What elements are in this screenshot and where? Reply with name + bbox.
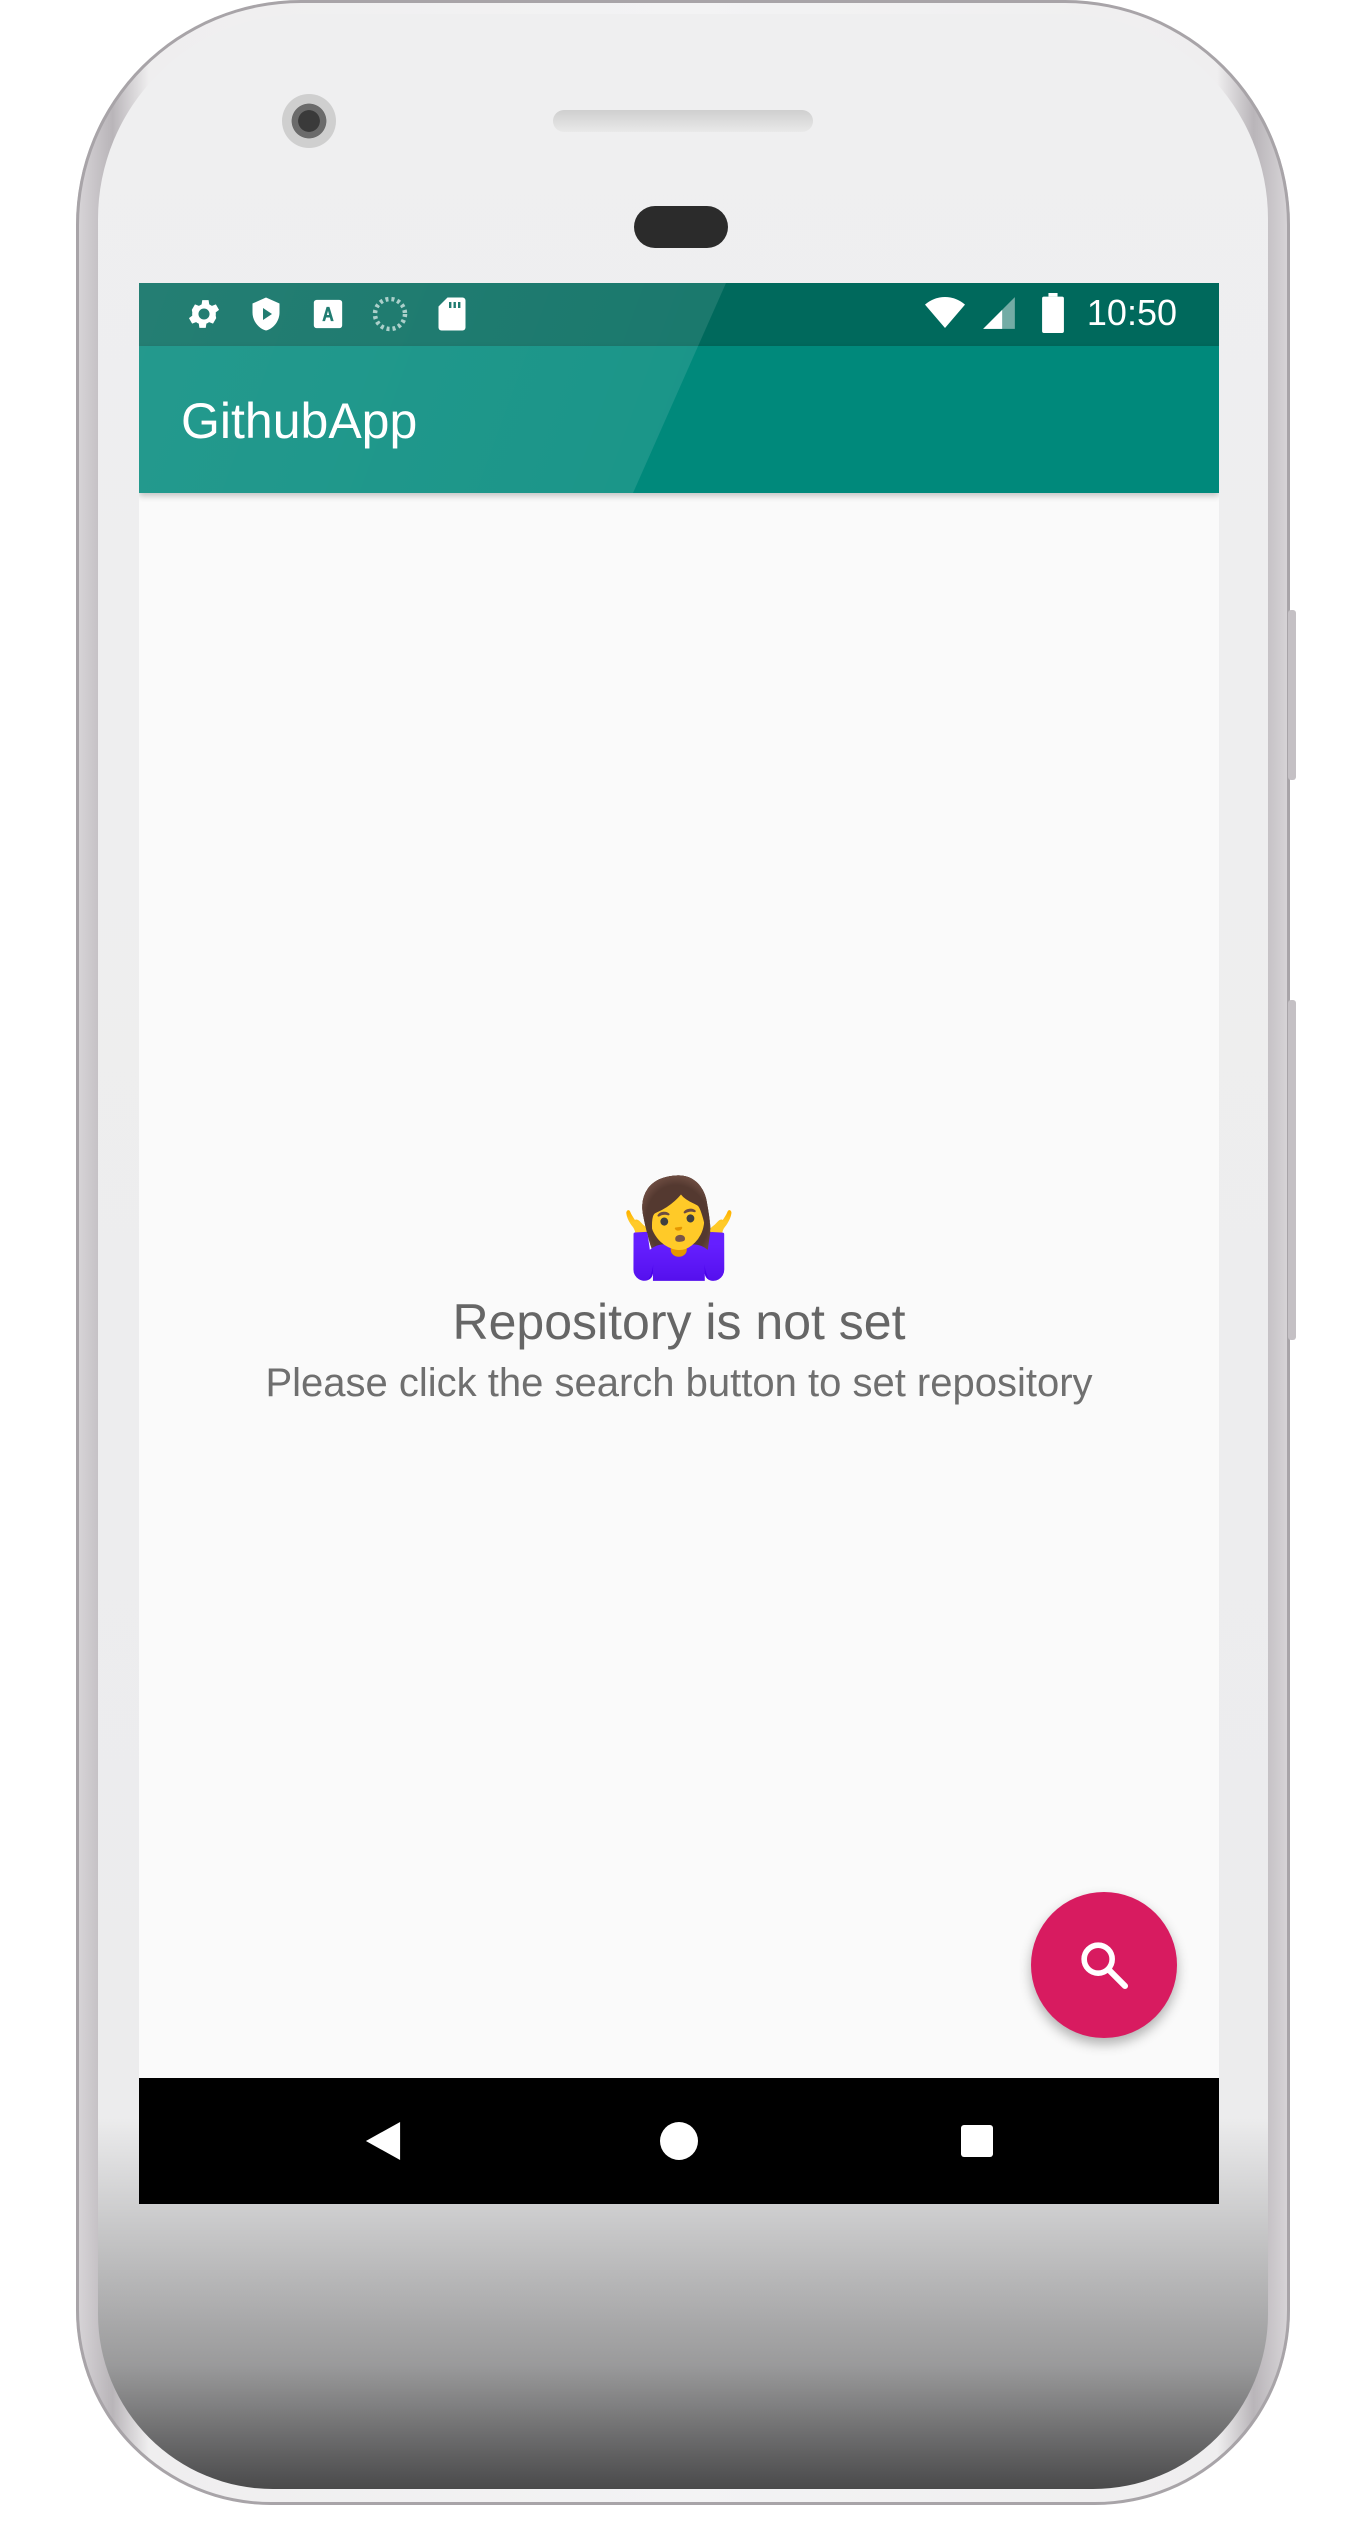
empty-state-subtitle: Please click the search button to set re…: [265, 1361, 1093, 1405]
volume-button: [1288, 610, 1296, 780]
sd-card-icon: [432, 294, 472, 334]
proximity-sensor: [634, 206, 728, 248]
home-button[interactable]: [649, 2111, 709, 2171]
earpiece-speaker: [553, 110, 813, 132]
recents-button[interactable]: [947, 2111, 1007, 2171]
signal-icon: [979, 293, 1019, 333]
progress-circle-icon: [370, 294, 410, 334]
status-icons-right: 10:50: [924, 292, 1177, 334]
app-title: GithubApp: [181, 393, 418, 449]
empty-state: 🤷‍♀️ Repository is not set Please click …: [139, 1173, 1219, 1406]
shield-play-icon: [246, 294, 286, 334]
status-bar: 10:50: [139, 283, 1219, 346]
search-fab-button[interactable]: [1031, 1892, 1177, 2038]
front-camera: [282, 94, 336, 148]
text-a-icon: [308, 294, 348, 334]
power-button: [1288, 1000, 1296, 1340]
recents-icon: [961, 2125, 993, 2157]
battery-icon: [1033, 293, 1073, 333]
navigation-bar: [139, 2078, 1219, 2204]
app-bar: GithubApp: [139, 346, 1219, 493]
status-icons-left: [184, 294, 472, 334]
shrug-emoji: 🤷‍♀️: [619, 1175, 739, 1282]
search-icon: [1081, 1942, 1129, 1990]
back-button[interactable]: [353, 2111, 413, 2171]
settings-icon: [184, 294, 224, 334]
clock: 10:50: [1086, 292, 1177, 333]
wifi-icon: [924, 293, 965, 333]
screen: 10:50 GithubApp 🤷‍♀️ Repository is not s…: [139, 283, 1219, 2204]
home-icon: [660, 2122, 698, 2160]
empty-state-title: Repository is not set: [452, 1294, 906, 1350]
back-icon: [365, 2122, 401, 2160]
